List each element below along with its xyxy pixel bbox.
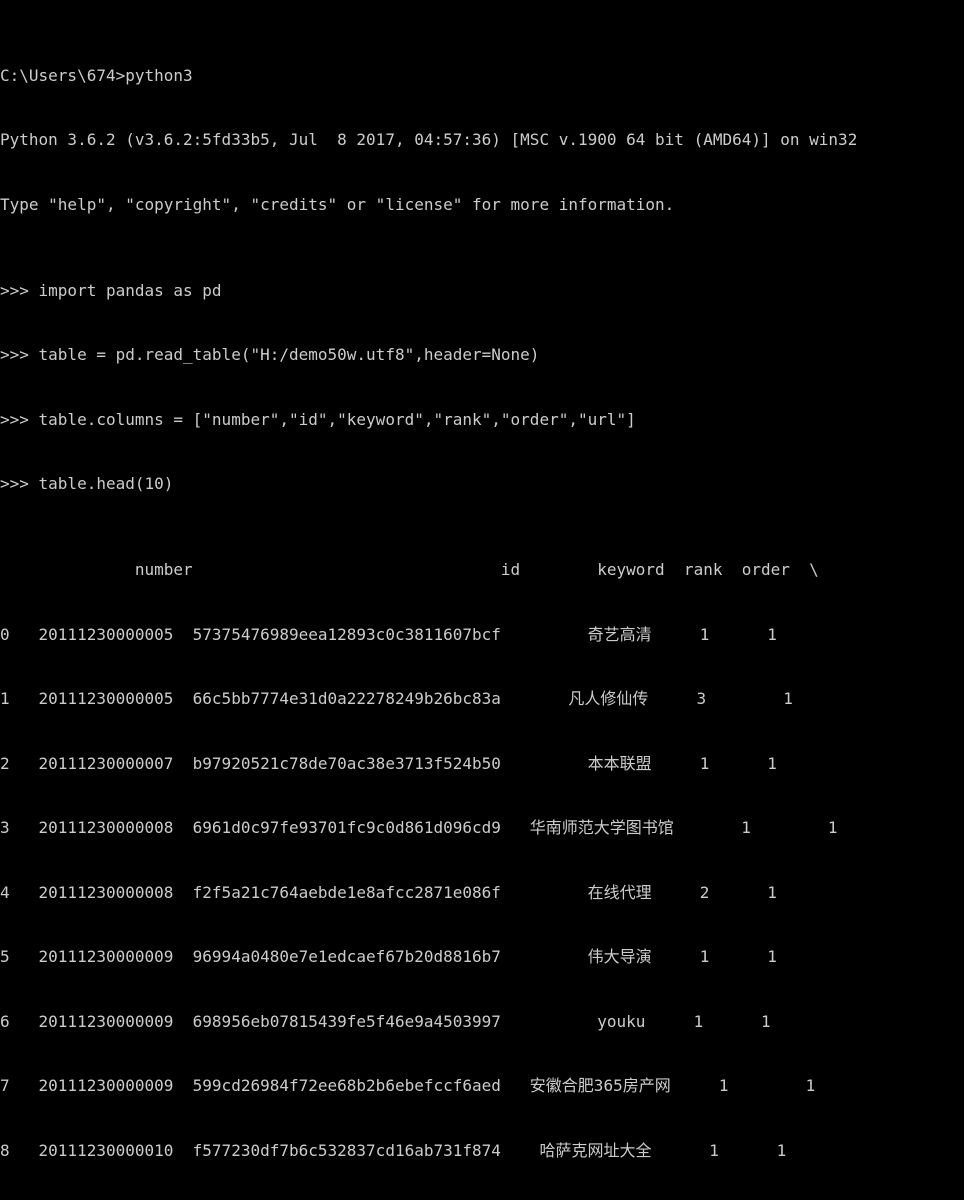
dataframe-block1-header: number id keyword rank order \: [0, 560, 819, 579]
command-head-10: >>> table.head(10): [0, 474, 174, 493]
table-row: 6 20111230000009 698956eb07815439fe5f46e…: [0, 1011, 771, 1031]
table-row: 4 20111230000008 f2f5a21c764aebde1e8afcc…: [0, 882, 777, 902]
command-import-pandas: >>> import pandas as pd: [0, 280, 222, 300]
table-row: 7 20111230000009 599cd26984f72ee68b2b6eb…: [0, 1076, 816, 1095]
table-row: 0 20111230000005 57375476989eea12893c0c3…: [0, 624, 777, 644]
table-row: 3 20111230000008 6961d0c97fe93701fc9c0d8…: [0, 818, 838, 837]
table-row: 1 20111230000005 66c5bb7774e31d0a2227824…: [0, 689, 793, 708]
command-read-table: >>> table = pd.read_table("H:/demo50w.ut…: [0, 345, 540, 364]
prompt-line-python3: C:\Users\674>python3: [0, 65, 193, 85]
banner-line-help: Type "help", "copyright", "credits" or "…: [0, 194, 675, 214]
banner-line-version: Python 3.6.2 (v3.6.2:5fd33b5, Jul 8 2017…: [0, 130, 858, 149]
command-set-columns: >>> table.columns = ["number","id","keyw…: [0, 409, 636, 429]
terminal-console[interactable]: C:\Users\674>python3 Python 3.6.2 (v3.6.…: [0, 0, 964, 1160]
table-row: 2 20111230000007 b97920521c78de70ac38e37…: [0, 753, 777, 773]
table-row: 5 20111230000009 96994a0480e7e1edcaef67b…: [0, 947, 777, 966]
table-row: 8 20111230000010 f577230df7b6c532837cd16…: [0, 1140, 787, 1160]
